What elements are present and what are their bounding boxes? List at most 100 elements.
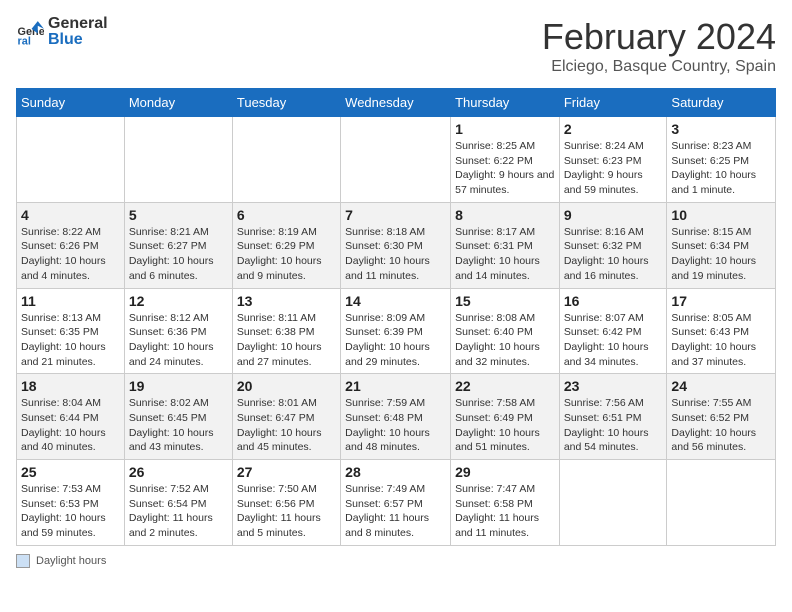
logo-general: General	[48, 15, 108, 32]
day-number: 9	[564, 207, 663, 223]
day-number: 26	[129, 464, 228, 480]
calendar-cell: 24 Sunrise: 7:55 AMSunset: 6:52 PMDayligh…	[667, 374, 776, 460]
calendar-cell: 26 Sunrise: 7:52 AMSunset: 6:54 PMDayligh…	[124, 460, 232, 546]
calendar-cell: 27 Sunrise: 7:50 AMSunset: 6:56 PMDayligh…	[232, 460, 340, 546]
location-title: Elciego, Basque Country, Spain	[542, 58, 776, 76]
footer-label: Daylight hours	[36, 555, 106, 567]
calendar-cell: 22 Sunrise: 7:58 AMSunset: 6:49 PMDayligh…	[451, 374, 560, 460]
day-info: Sunrise: 8:01 AMSunset: 6:47 PMDaylight:…	[237, 396, 336, 455]
day-info: Sunrise: 8:18 AMSunset: 6:30 PMDaylight:…	[345, 225, 446, 284]
calendar-cell: 9 Sunrise: 8:16 AMSunset: 6:32 PMDaylight…	[559, 202, 667, 288]
calendar-cell: 11Sunrise: 8:13 AMSunset: 6:35 PMDayligh…	[17, 288, 125, 374]
calendar-cell: 23 Sunrise: 7:56 AMSunset: 6:51 PMDayligh…	[559, 374, 667, 460]
calendar-cell: 10Sunrise: 8:15 AMSunset: 6:34 PMDayligh…	[667, 202, 776, 288]
day-number: 25	[21, 464, 120, 480]
logo: Gene ral General Blue	[16, 16, 108, 48]
calendar-cell: 21 Sunrise: 7:59 AMSunset: 6:48 PMDayligh…	[341, 374, 451, 460]
day-info: Sunrise: 8:17 AMSunset: 6:31 PMDaylight:…	[455, 225, 555, 284]
day-info: Sunrise: 7:52 AMSunset: 6:54 PMDaylight:…	[129, 482, 228, 541]
calendar-cell: 17Sunrise: 8:05 AMSunset: 6:43 PMDayligh…	[667, 288, 776, 374]
day-info: Sunrise: 8:25 AMSunset: 6:22 PMDaylight:…	[455, 139, 555, 198]
day-info: Sunrise: 7:50 AMSunset: 6:56 PMDaylight:…	[237, 482, 336, 541]
day-info: Sunrise: 7:55 AMSunset: 6:52 PMDaylight:…	[671, 396, 771, 455]
calendar-cell: 13Sunrise: 8:11 AMSunset: 6:38 PMDayligh…	[232, 288, 340, 374]
day-info: Sunrise: 7:47 AMSunset: 6:58 PMDaylight:…	[455, 482, 555, 541]
calendar-cell: 5Sunrise: 8:21 AMSunset: 6:27 PMDaylight…	[124, 202, 232, 288]
day-info: Sunrise: 7:56 AMSunset: 6:51 PMDaylight:…	[564, 396, 663, 455]
day-number: 20	[237, 378, 336, 394]
day-number: 29	[455, 464, 555, 480]
logo-icon: Gene ral	[16, 18, 44, 46]
calendar-cell: 19 Sunrise: 8:02 AMSunset: 6:45 PMDayligh…	[124, 374, 232, 460]
calendar-cell: 25Sunrise: 7:53 AMSunset: 6:53 PMDayligh…	[17, 460, 125, 546]
calendar-cell: 18 Sunrise: 8:04 AMSunset: 6:44 PMDayligh…	[17, 374, 125, 460]
calendar-cell: 8Sunrise: 8:17 AMSunset: 6:31 PMDaylight…	[451, 202, 560, 288]
calendar-table: SundayMondayTuesdayWednesdayThursdayFrid…	[16, 88, 776, 546]
calendar-cell: 6Sunrise: 8:19 AMSunset: 6:29 PMDaylight…	[232, 202, 340, 288]
day-info: Sunrise: 8:24 AMSunset: 6:23 PMDaylight:…	[564, 139, 663, 198]
day-number: 13	[237, 293, 336, 309]
calendar-cell: 16 Sunrise: 8:07 AMSunset: 6:42 PMDayligh…	[559, 288, 667, 374]
calendar-cell: 14 Sunrise: 8:09 AMSunset: 6:39 PMDayligh…	[341, 288, 451, 374]
day-number: 12	[129, 293, 228, 309]
day-header-saturday: Saturday	[667, 89, 776, 117]
day-info: Sunrise: 8:02 AMSunset: 6:45 PMDaylight:…	[129, 396, 228, 455]
day-info: Sunrise: 8:09 AMSunset: 6:39 PMDaylight:…	[345, 311, 446, 370]
day-info: Sunrise: 8:08 AMSunset: 6:40 PMDaylight:…	[455, 311, 555, 370]
calendar-week-5: 25Sunrise: 7:53 AMSunset: 6:53 PMDayligh…	[17, 460, 776, 546]
day-info: Sunrise: 8:16 AMSunset: 6:32 PMDaylight:…	[564, 225, 663, 284]
day-number: 14	[345, 293, 446, 309]
calendar-week-2: 4 Sunrise: 8:22 AMSunset: 6:26 PMDaylight…	[17, 202, 776, 288]
day-header-wednesday: Wednesday	[341, 89, 451, 117]
day-info: Sunrise: 7:59 AMSunset: 6:48 PMDaylight:…	[345, 396, 446, 455]
day-number: 19	[129, 378, 228, 394]
calendar-cell: 12Sunrise: 8:12 AMSunset: 6:36 PMDayligh…	[124, 288, 232, 374]
header: Gene ral General Blue February 2024 Elci…	[16, 16, 776, 76]
calendar-cell: 3 Sunrise: 8:23 AMSunset: 6:25 PMDaylight…	[667, 117, 776, 203]
calendar-cell	[667, 460, 776, 546]
calendar-week-4: 18 Sunrise: 8:04 AMSunset: 6:44 PMDayligh…	[17, 374, 776, 460]
day-info: Sunrise: 8:07 AMSunset: 6:42 PMDaylight:…	[564, 311, 663, 370]
day-header-thursday: Thursday	[451, 89, 560, 117]
calendar-cell	[17, 117, 125, 203]
calendar-cell: 20 Sunrise: 8:01 AMSunset: 6:47 PMDayligh…	[232, 374, 340, 460]
day-number: 28	[345, 464, 446, 480]
day-number: 16	[564, 293, 663, 309]
day-info: Sunrise: 8:04 AMSunset: 6:44 PMDaylight:…	[21, 396, 120, 455]
day-number: 5	[129, 207, 228, 223]
day-header-monday: Monday	[124, 89, 232, 117]
day-number: 23	[564, 378, 663, 394]
day-header-friday: Friday	[559, 89, 667, 117]
day-info: Sunrise: 8:19 AMSunset: 6:29 PMDaylight:…	[237, 225, 336, 284]
day-header-tuesday: Tuesday	[232, 89, 340, 117]
days-header-row: SundayMondayTuesdayWednesdayThursdayFrid…	[17, 89, 776, 117]
day-number: 27	[237, 464, 336, 480]
day-number: 11	[21, 293, 120, 309]
day-number: 2	[564, 121, 663, 137]
calendar-week-1: 1Sunrise: 8:25 AMSunset: 6:22 PMDaylight…	[17, 117, 776, 203]
calendar-cell	[559, 460, 667, 546]
day-number: 21	[345, 378, 446, 394]
day-info: Sunrise: 8:23 AMSunset: 6:25 PMDaylight:…	[671, 139, 771, 198]
day-info: Sunrise: 8:15 AMSunset: 6:34 PMDaylight:…	[671, 225, 771, 284]
day-number: 4	[21, 207, 120, 223]
day-info: Sunrise: 8:22 AMSunset: 6:26 PMDaylight:…	[21, 225, 120, 284]
month-title: February 2024	[542, 16, 776, 58]
calendar-cell	[124, 117, 232, 203]
day-number: 24	[671, 378, 771, 394]
day-number: 18	[21, 378, 120, 394]
logo-blue: Blue	[48, 31, 83, 48]
calendar-cell: 15Sunrise: 8:08 AMSunset: 6:40 PMDayligh…	[451, 288, 560, 374]
day-number: 3	[671, 121, 771, 137]
daylight-box	[16, 554, 30, 568]
day-info: Sunrise: 7:58 AMSunset: 6:49 PMDaylight:…	[455, 396, 555, 455]
day-number: 22	[455, 378, 555, 394]
calendar-cell: 4 Sunrise: 8:22 AMSunset: 6:26 PMDaylight…	[17, 202, 125, 288]
title-area: February 2024 Elciego, Basque Country, S…	[542, 16, 776, 76]
day-info: Sunrise: 7:49 AMSunset: 6:57 PMDaylight:…	[345, 482, 446, 541]
day-number: 7	[345, 207, 446, 223]
calendar-cell	[341, 117, 451, 203]
calendar-cell: 29 Sunrise: 7:47 AMSunset: 6:58 PMDayligh…	[451, 460, 560, 546]
calendar-cell: 1Sunrise: 8:25 AMSunset: 6:22 PMDaylight…	[451, 117, 560, 203]
calendar-week-3: 11Sunrise: 8:13 AMSunset: 6:35 PMDayligh…	[17, 288, 776, 374]
